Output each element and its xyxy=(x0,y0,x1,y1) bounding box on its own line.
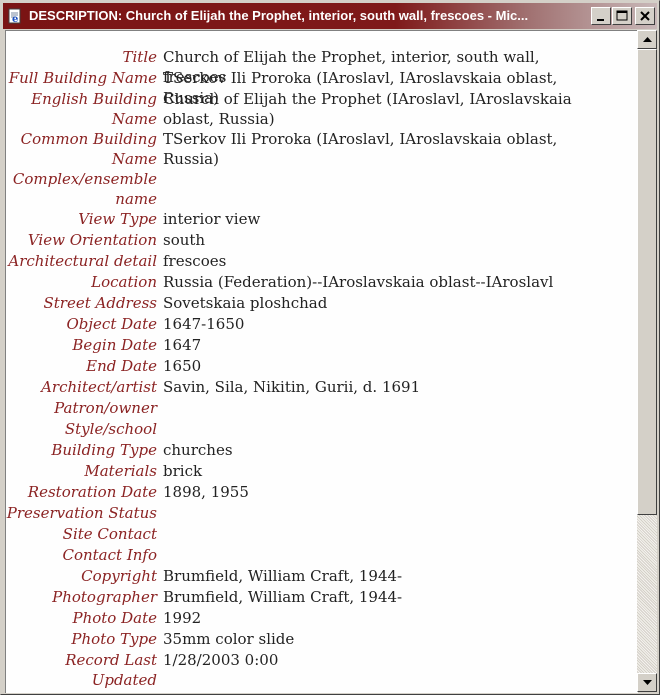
field-label: Title xyxy=(122,48,157,66)
field-value: 1/28/2003 0:00 xyxy=(163,651,279,669)
field-value: brick xyxy=(163,462,203,480)
scroll-down-arrow-icon xyxy=(643,680,652,685)
field-value: Sovetskaia ploshchad xyxy=(163,294,328,312)
description-content: Title Church of Elijah the Prophet, inte… xyxy=(5,30,638,693)
field-value: 1898, 1955 xyxy=(163,483,249,501)
window-title: DESCRIPTION: Church of Elijah the Prophe… xyxy=(29,8,529,23)
field-label: Contact Info xyxy=(62,546,157,564)
field-value: 35mm color slide xyxy=(163,630,295,648)
browser-window: e DESCRIPTION: Church of Elijah the Prop… xyxy=(0,0,660,695)
field-label: Begin Date xyxy=(72,336,157,354)
title-bar[interactable]: e DESCRIPTION: Church of Elijah the Prop… xyxy=(3,3,657,29)
field-label: English Building Name xyxy=(31,90,157,128)
field-label: Photo Type xyxy=(71,630,157,648)
field-label: Restoration Date xyxy=(27,483,157,501)
close-button[interactable] xyxy=(635,7,655,25)
field-value: TSerkov Ili Proroka (IAroslavl, IAroslav… xyxy=(163,130,558,168)
close-icon xyxy=(640,11,650,21)
minimize-icon xyxy=(597,19,604,21)
field-label: View Orientation xyxy=(27,231,157,249)
scroll-up-button[interactable] xyxy=(637,30,657,49)
minimize-button[interactable] xyxy=(591,7,611,25)
field-value: interior view xyxy=(163,210,261,228)
field-label: Patron/owner xyxy=(54,399,157,417)
field-label: Architectural detail xyxy=(8,252,157,270)
field-label: Building Type xyxy=(51,441,157,459)
field-label: Street Address xyxy=(43,294,157,312)
field-label: Photographer xyxy=(52,588,157,606)
field-label: Object Date xyxy=(66,315,158,333)
svg-text:e: e xyxy=(12,14,18,24)
field-label: Location xyxy=(91,273,157,291)
field-value: Russia (Federation)--IAroslavskaia oblas… xyxy=(163,273,554,291)
field-label: Style/school xyxy=(64,420,157,438)
field-label: Copyright xyxy=(81,567,157,585)
field-value: frescoes xyxy=(163,252,227,270)
field-value: 1647-1650 xyxy=(163,315,245,333)
field-label: Complex/ensemble name xyxy=(12,170,157,208)
field-value: 1647 xyxy=(163,336,202,354)
vertical-scrollbar[interactable] xyxy=(637,30,657,692)
scroll-down-button[interactable] xyxy=(637,673,657,692)
field-value: 1992 xyxy=(163,609,202,627)
maximize-button[interactable] xyxy=(612,7,632,25)
field-value: churches xyxy=(163,441,233,459)
field-label: Full Building Name xyxy=(8,69,157,87)
field-label: Preservation Status xyxy=(6,504,157,522)
ie-page-icon[interactable]: e xyxy=(7,8,23,25)
scrollbar-thumb[interactable] xyxy=(637,49,657,515)
field-value: 1650 xyxy=(163,357,202,375)
field-value: Brumfield, William Craft, 1944- xyxy=(163,567,403,585)
field-label: View Type xyxy=(78,210,157,228)
field-value: Savin, Sila, Nikitin, Gurii, d. 1691 xyxy=(163,378,421,396)
field-label: Record Last Updated xyxy=(65,651,157,689)
field-label: Site Contact xyxy=(62,525,157,543)
field-label: Photo Date xyxy=(72,609,158,627)
scroll-up-arrow-icon xyxy=(643,37,652,42)
field-label: Architect/artist xyxy=(41,378,157,396)
field-value: south xyxy=(163,231,206,249)
field-value: Brumfield, William Craft, 1944- xyxy=(163,588,403,606)
field-label: Common Building Name xyxy=(20,130,157,168)
maximize-icon xyxy=(616,10,628,21)
field-label: End Date xyxy=(86,357,157,375)
field-label: Materials xyxy=(84,462,157,480)
field-value: Church of Elijah the Prophet (IAroslavl,… xyxy=(163,90,572,128)
